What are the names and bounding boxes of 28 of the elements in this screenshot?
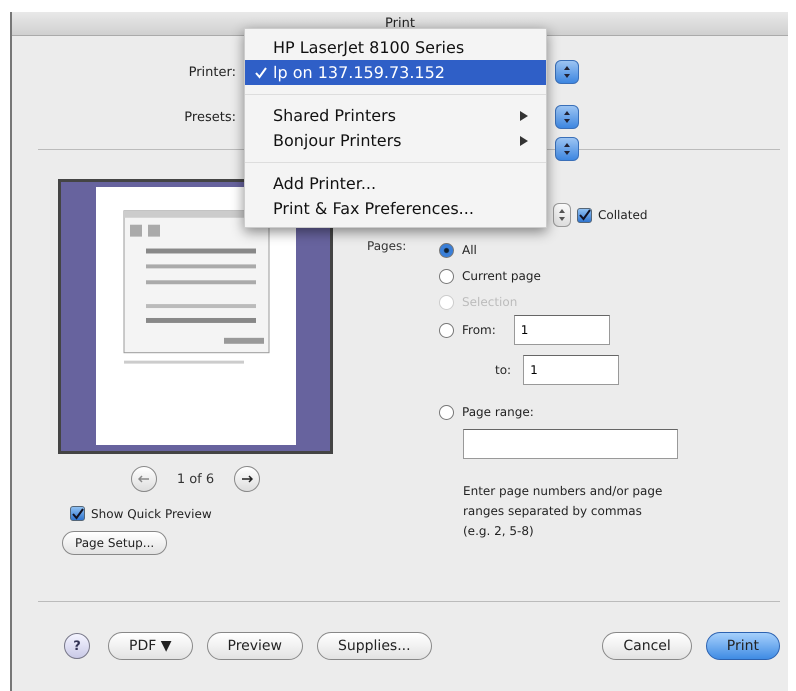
menu-item[interactable]: lp on 137.159.73.152 (245, 60, 546, 85)
field-label: Printer: (188, 64, 236, 80)
window-title: Print (385, 16, 415, 31)
from-field[interactable]: 1 (514, 315, 610, 345)
menu-item[interactable]: Print & Fax Preferences... (245, 196, 546, 221)
to-field[interactable]: 1 (523, 355, 620, 385)
menu-item[interactable]: HP LaserJet 8100 Series (245, 35, 546, 60)
menu-item[interactable]: Bonjour Printers (245, 128, 546, 153)
field-label: Presets: (183, 110, 236, 124)
radio-label: From: (462, 323, 496, 337)
help-button[interactable]: ? (64, 633, 90, 659)
hint-text: Enter page numbers and/or page ranges separated by commas (e.g. 2, 5-8) (463, 483, 663, 540)
page-setup-button[interactable]: Page Setup... (62, 531, 168, 555)
dialog-button[interactable]: Supplies... (317, 632, 432, 660)
dialog-button[interactable]: Preview (206, 632, 303, 660)
to-label: to: (495, 363, 512, 377)
radio-label: Page range: (462, 405, 534, 419)
pages-label: Pages: (366, 238, 408, 255)
dialog-button[interactable]: Cancel (602, 632, 692, 660)
default-button[interactable]: Print (706, 632, 780, 660)
checkbox-label: Collated (598, 208, 648, 222)
checkbox-label: Show Quick Preview (91, 506, 212, 520)
radio-label: All (462, 243, 477, 257)
page-indicator: 1 of 6 (176, 472, 214, 486)
menu-item[interactable]: Shared Printers (245, 103, 546, 128)
menu-item[interactable]: Add Printer... (245, 171, 546, 196)
dialog-button[interactable]: PDF ▼ (108, 632, 192, 660)
radio-label: Current page (462, 269, 541, 283)
